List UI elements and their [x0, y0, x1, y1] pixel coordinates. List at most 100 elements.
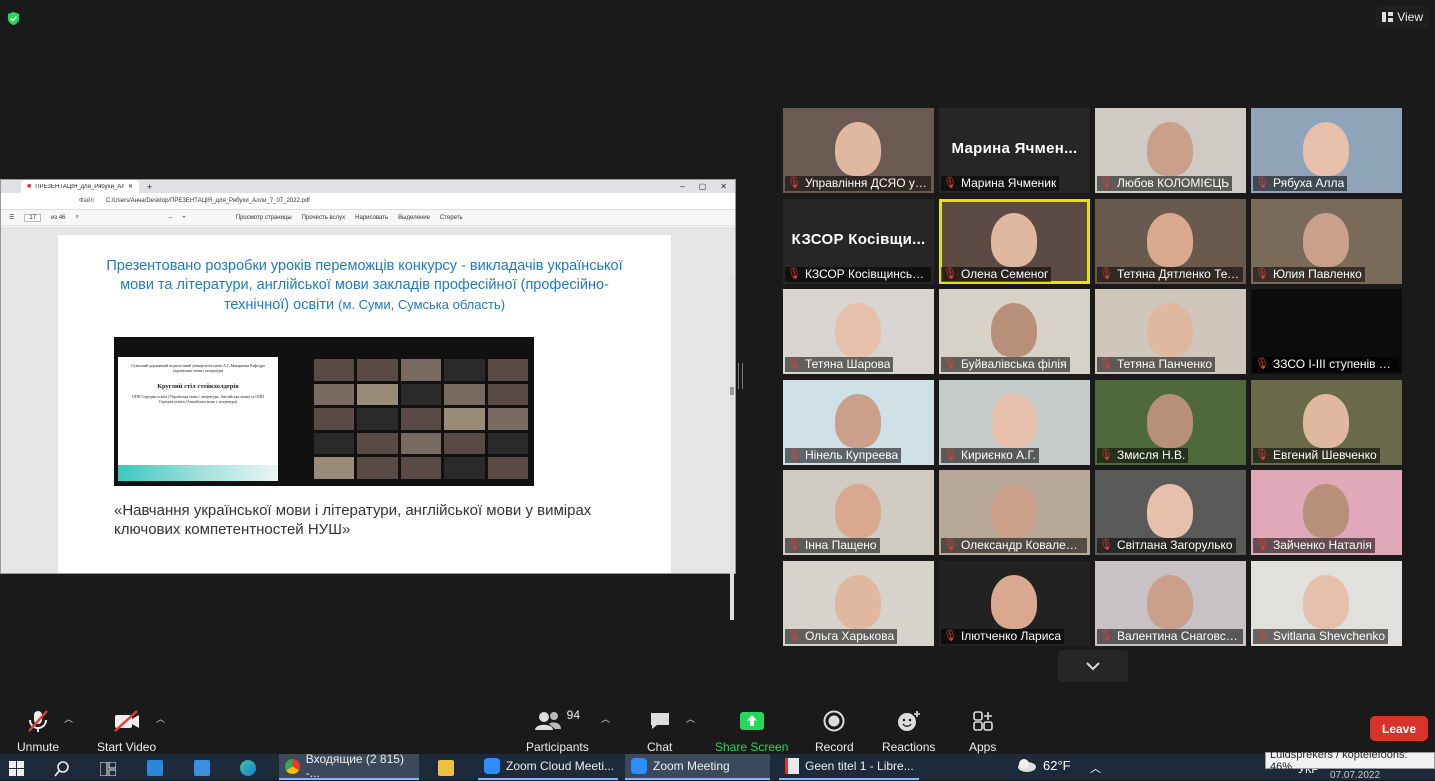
muted-mic-icon: 🎙	[943, 177, 957, 189]
participant-tile[interactable]: 🎙 Юлия Павленко	[1251, 198, 1402, 284]
pdf-tool-4[interactable]: Выделение	[398, 215, 430, 221]
pdf-scroll-thumb[interactable]	[730, 387, 734, 395]
search-icon[interactable]	[54, 761, 70, 777]
muted-mic-icon: 🎙	[1099, 448, 1113, 461]
participant-tile[interactable]: 🎙 Світлана Загорулько	[1095, 470, 1246, 556]
participant-name-label: 🎙 Марина Ячменик	[941, 176, 1060, 191]
participant-tile[interactable]: 🎙 Кириєнко А.Г.	[939, 379, 1090, 465]
minimize-icon[interactable]: –	[680, 182, 684, 191]
audio-options-caret-icon[interactable]: ︿	[64, 712, 73, 725]
muted-mic-icon: 🎙	[943, 267, 957, 280]
participant-tile[interactable]: 🎙 Нінель Купреева	[783, 379, 934, 465]
pdf-tool-3[interactable]: Нарисовать	[355, 215, 388, 221]
mail-icon[interactable]	[194, 760, 210, 776]
participant-name: Ольга Харькова	[804, 628, 895, 643]
participant-tile[interactable]: 🎙 Валентина Снаговська	[1095, 560, 1246, 646]
participant-tile[interactable]: 🎙 Інна Пащено	[783, 470, 934, 556]
participant-tile[interactable]: 🎙 Любов КОЛОМІЄЦЬ	[1095, 108, 1246, 193]
participant-video	[991, 574, 1037, 629]
gallery-next-page-button[interactable]	[1058, 650, 1128, 682]
zoom-out-icon[interactable]: –	[169, 215, 172, 221]
edge-icon[interactable]	[240, 760, 256, 776]
start-video-button[interactable]: Start Video	[97, 708, 156, 754]
participant-name: Юлия Павленко	[1272, 266, 1362, 281]
store-icon[interactable]	[147, 760, 163, 776]
participant-tile[interactable]: КЗСОР Косівщи... 🎙 КЗСОР Косівщинська ...	[783, 198, 934, 284]
participant-tile[interactable]: 🎙 Управління ДСЯО у С...	[783, 108, 934, 193]
participant-video	[1303, 122, 1349, 176]
participant-name: Рябуха Алла	[1272, 176, 1345, 190]
participant-video	[1147, 484, 1193, 539]
pdf-tool-5[interactable]: Стереть	[440, 215, 463, 221]
address-bar[interactable]: Файл C:/Users/Анна/Desktop/ПРЕЗЕНТАЦІЯ_д…	[1, 193, 735, 210]
split-divider-handle[interactable]	[738, 363, 743, 389]
participant-tile[interactable]: 🎙 Тетяна Шарова	[783, 289, 934, 375]
weather-widget[interactable]: 62°F	[1015, 757, 1071, 773]
inner-slide-text: ОПП Середня освіта (Українська мова і лі…	[131, 394, 265, 404]
file-explorer-icon[interactable]	[438, 760, 454, 776]
pdf-viewport[interactable]: Презентовано розробки уроків переможців …	[1, 227, 735, 620]
participants-caret-icon[interactable]: ︿	[601, 712, 610, 725]
chat-button[interactable]: Chat	[647, 708, 672, 754]
taskbar-libreoffice[interactable]: Geen titel 1 - Libre...	[779, 754, 919, 780]
participant-video	[1147, 122, 1193, 176]
muted-mic-icon: 🎙	[1255, 539, 1269, 552]
participant-tile[interactable]: 🎙 Ольга Харькова	[783, 560, 934, 646]
muted-mic-icon: 🎙	[1255, 358, 1269, 371]
participant-name-label: 🎙 Рябуха Алла	[1253, 176, 1348, 191]
taskbar-chrome[interactable]: Входящие (2 815) -...	[279, 752, 419, 780]
inner-slide: Сумський державний педагогічний універси…	[118, 357, 278, 481]
maximize-icon[interactable]: ▢	[699, 182, 707, 191]
muted-mic-icon: 🎙	[787, 448, 801, 461]
zoom-in-icon[interactable]: +	[182, 215, 186, 221]
unmute-button[interactable]: Unmute	[17, 708, 59, 754]
search-icon[interactable]: ⌕	[76, 214, 79, 221]
reactions-button[interactable]: Reactions	[882, 708, 935, 754]
close-window-icon[interactable]: ✕	[720, 182, 727, 191]
view-button[interactable]: View	[1376, 6, 1429, 28]
participant-name-label: 🎙 Ілютченко Лариса	[941, 628, 1065, 644]
browser-tab[interactable]: ■ ПРЕЗЕНТАЦІЯ_для_Рябухи_Алл ✕	[21, 180, 139, 193]
participant-tile[interactable]: 🎙 Евгений Шевченко	[1251, 379, 1402, 465]
participant-name-label: 🎙 Валентина Снаговська	[1097, 628, 1243, 644]
taskbar-zoom-cloud[interactable]: Zoom Cloud Meeti...	[478, 754, 618, 780]
participant-tile[interactable]: 🎙 Зайченко Наталія	[1251, 470, 1402, 556]
participant-video	[1147, 212, 1193, 267]
video-options-caret-icon[interactable]: ︿	[156, 712, 165, 725]
record-button[interactable]: Record	[815, 708, 854, 754]
muted-mic-icon: 🎙	[787, 177, 801, 189]
participant-tile[interactable]: 🎙 Олександр Коваленко	[939, 470, 1090, 556]
zoom-icon	[631, 758, 647, 774]
chat-caret-icon[interactable]: ︿	[686, 712, 695, 725]
menu-icon[interactable]: ☰	[9, 214, 14, 221]
participants-button[interactable]: 94 Participants	[526, 708, 589, 754]
leave-button[interactable]: Leave	[1370, 716, 1428, 741]
windows-start-icon[interactable]	[9, 761, 24, 776]
participant-tile[interactable]: 🎙 Олена Семеног	[939, 198, 1090, 284]
participant-name: Евгений Шевченко	[1272, 447, 1377, 462]
participant-tile[interactable]: 🎙 ЗЗСО І-ІІІ ступенів 2 Т...	[1251, 289, 1402, 375]
new-tab-icon[interactable]: +	[147, 182, 152, 192]
participants-label: Participants	[526, 740, 589, 754]
participant-tile[interactable]: 🎙 Буйвалівська філія	[939, 289, 1090, 375]
pdf-tool-1[interactable]: Просмотр страницы	[236, 215, 292, 221]
close-icon[interactable]: ✕	[128, 183, 133, 190]
reactions-icon	[897, 711, 920, 731]
taskbar-zoom-meeting[interactable]: Zoom Meeting	[625, 754, 770, 780]
share-screen-button[interactable]: Share Screen	[715, 708, 788, 754]
participant-video	[1303, 574, 1349, 629]
participant-tile[interactable]: 🎙 Тетяна Дятленко Тетя...	[1095, 198, 1246, 284]
pdf-scrollbar[interactable]	[730, 274, 734, 620]
pdf-tool-2[interactable]: Прочесть вслух	[302, 215, 345, 221]
apps-button[interactable]: Apps	[969, 708, 996, 754]
participant-tile[interactable]: 🎙 Тетяна Панченко	[1095, 289, 1246, 375]
participant-tile[interactable]: 🎙 Svitlana Shevchenko	[1251, 560, 1402, 646]
participant-tile[interactable]: 🎙 Змисля Н.В.	[1095, 379, 1246, 465]
participant-tile[interactable]: 🎙 Рябуха Алла	[1251, 108, 1402, 193]
tray-expand-icon[interactable]: ︿	[1090, 760, 1101, 776]
participant-tile[interactable]: 🎙 Ілютченко Лариса	[939, 560, 1090, 646]
page-number-input[interactable]: 17	[24, 213, 42, 222]
shield-icon[interactable]	[6, 11, 21, 26]
participant-tile[interactable]: Марина Ячмен... 🎙 Марина Ячменик	[939, 108, 1090, 193]
task-view-icon[interactable]	[100, 762, 116, 776]
